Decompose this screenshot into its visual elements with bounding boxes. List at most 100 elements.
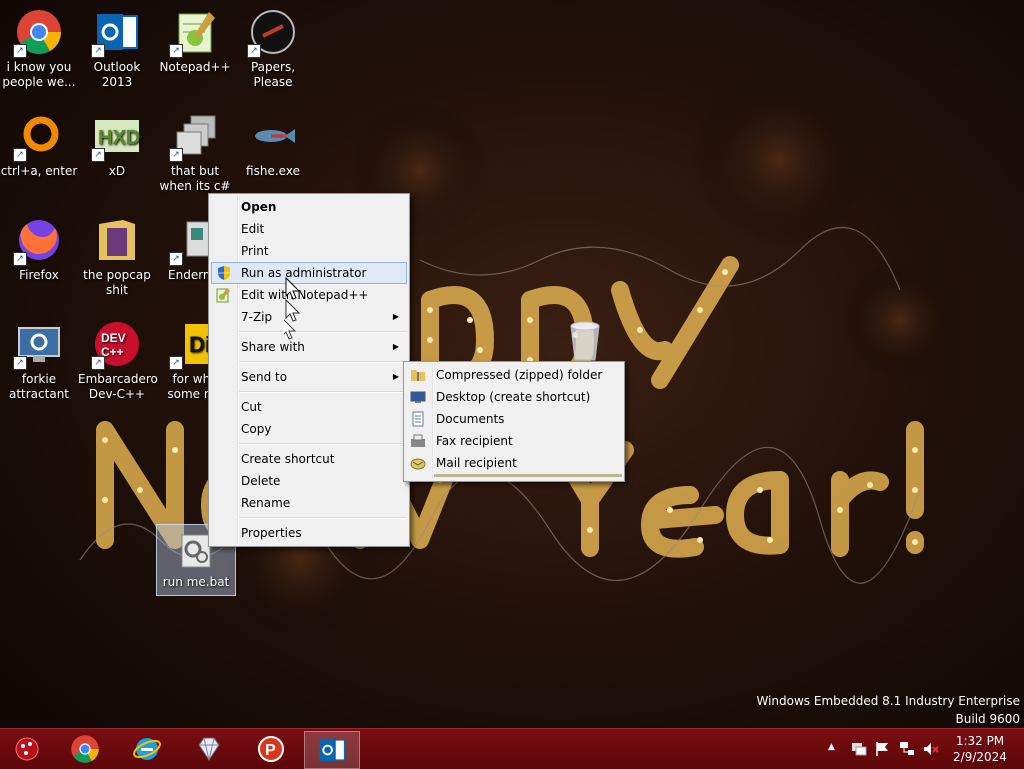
- shortcut-arrow-icon: ↗: [91, 148, 105, 162]
- folder-icon: [99, 220, 135, 260]
- windows-watermark: Windows Embedded 8.1 Industry Enterprise…: [756, 692, 1020, 728]
- watermark-build: Build 9600: [955, 712, 1020, 726]
- desktop-icon-label: the popcap shit: [83, 268, 151, 297]
- clock-time: 1:32 PM: [955, 734, 1005, 748]
- clock-date: 2/9/2024: [953, 750, 1007, 764]
- menu-separator: [239, 391, 407, 393]
- desktop-icon-outlook[interactable]: ↗ Outlook 2013: [78, 2, 156, 90]
- sendto-item-documents[interactable]: Documents: [404, 408, 624, 430]
- menu-item-delete[interactable]: Delete: [209, 470, 409, 492]
- desktop-icon-firefox[interactable]: ↗ Firefox: [0, 210, 78, 283]
- taskbar-gem[interactable]: [182, 731, 236, 767]
- desktop-icon-label: Embarcadero Dev-C++: [78, 372, 158, 401]
- ie-icon: [133, 738, 161, 760]
- zip-folder-icon: [411, 370, 425, 381]
- taskbar-ie[interactable]: [120, 731, 174, 767]
- desktop-icon-that-but-when[interactable]: ↗ that but when its c#: [156, 106, 234, 194]
- shortcut-arrow-icon: ↗: [13, 356, 27, 370]
- submenu-arrow-icon: ▶: [392, 372, 399, 381]
- svg-text:P: P: [265, 742, 276, 759]
- desktop-icon-devcpp[interactable]: DEV C++ ↗ Embarcadero Dev-C++: [78, 314, 158, 402]
- sendto-item-mail[interactable]: Mail recipient: [404, 452, 624, 474]
- recycle-bin-icon[interactable]: [565, 318, 605, 362]
- menu-item-7zip[interactable]: 7-Zip ▶: [209, 306, 409, 328]
- menu-separator: [239, 361, 407, 363]
- menu-separator: [239, 331, 407, 333]
- desktop-icon-notepadpp[interactable]: ↗ Notepad++: [156, 2, 234, 75]
- menu-item-share-with[interactable]: Share with ▶: [209, 336, 409, 358]
- shortcut-arrow-icon: ↗: [247, 44, 261, 58]
- start-orb-icon: [15, 737, 39, 761]
- popcap-icon: P: [258, 736, 284, 762]
- volume-muted-icon[interactable]: [922, 740, 940, 758]
- system-clock[interactable]: 1:32 PM 2/9/2024: [950, 733, 1010, 765]
- menu-item-edit-notepadpp[interactable]: Edit with Notepad++: [209, 284, 409, 306]
- ethernet-icon[interactable]: [898, 740, 916, 758]
- start-button[interactable]: [0, 731, 54, 767]
- sendto-item-fax[interactable]: Fax recipient: [404, 430, 624, 452]
- desktop-icon-label: xD: [108, 164, 126, 178]
- submenu-bottom-bar: [434, 474, 622, 477]
- shortcut-arrow-icon: ↗: [91, 356, 105, 370]
- taskbar-popcap[interactable]: P: [244, 731, 298, 767]
- desktop-icon-label: that but when its c#: [159, 164, 231, 193]
- uac-shield-icon: [218, 266, 230, 280]
- desktop-icon-ctrl-a-enter[interactable]: ↗ ctrl+a, enter: [0, 106, 78, 179]
- desktop-icon-label: run me.bat: [162, 575, 230, 589]
- menu-item-print[interactable]: Print: [209, 240, 409, 262]
- shortcut-arrow-icon: ↗: [13, 148, 27, 162]
- network-icon[interactable]: [850, 740, 868, 758]
- chrome-icon: [71, 735, 99, 763]
- tray-expand-button[interactable]: ▲: [828, 742, 835, 752]
- menu-item-copy[interactable]: Copy: [209, 418, 409, 440]
- action-center-flag-icon[interactable]: [874, 740, 892, 758]
- fish-icon: [255, 129, 295, 143]
- outlook-icon: [319, 738, 346, 762]
- menu-item-send-to[interactable]: Send to ▶: [209, 366, 409, 388]
- shortcut-arrow-icon: ↗: [169, 356, 183, 370]
- sendto-item-desktop[interactable]: Desktop (create shortcut): [404, 386, 624, 408]
- menu-item-properties[interactable]: Properties: [209, 522, 409, 544]
- svg-text:DEV: DEV: [101, 331, 126, 345]
- sendto-item-zip[interactable]: Compressed (zipped) folder: [404, 364, 624, 386]
- menu-item-rename[interactable]: Rename: [209, 492, 409, 514]
- notepadpp-icon: [216, 288, 230, 303]
- context-menu: Open Edit Print Run as administrator Edi…: [208, 193, 410, 547]
- submenu-arrow-icon: ▶: [392, 342, 399, 351]
- desktop-icon-fishe[interactable]: fishe.exe: [234, 106, 312, 179]
- shortcut-arrow-icon: ↗: [91, 44, 105, 58]
- desktop-icon: [410, 391, 426, 403]
- mail-icon: [410, 458, 426, 470]
- desktop-icon-papers-please[interactable]: ↗ Papers, Please: [234, 2, 312, 90]
- fax-icon: [411, 434, 425, 447]
- menu-item-open[interactable]: Open: [209, 196, 409, 218]
- watermark-edition: Windows Embedded 8.1 Industry Enterprise: [756, 694, 1020, 708]
- shortcut-arrow-icon: ↗: [13, 44, 27, 58]
- menu-item-edit[interactable]: Edit: [209, 218, 409, 240]
- desktop-icon-label: forkie attractant: [8, 372, 70, 401]
- shortcut-arrow-icon: ↗: [169, 44, 183, 58]
- shortcut-arrow-icon: ↗: [169, 148, 183, 162]
- menu-separator: [239, 443, 407, 445]
- desktop-icon-label: ctrl+a, enter: [0, 164, 78, 178]
- menu-item-run-as-admin[interactable]: Run as administrator: [211, 262, 407, 284]
- taskbar: P ▲ 1:32 PM 2/9/2024: [0, 728, 1024, 769]
- mouse-cursor-icon: [284, 276, 301, 340]
- documents-icon: [412, 411, 424, 427]
- desktop-icon-xd[interactable]: HXD ↗ xD: [78, 106, 156, 179]
- desktop-icon-forkie[interactable]: ↗ forkie attractant: [0, 314, 78, 402]
- menu-item-cut[interactable]: Cut: [209, 396, 409, 418]
- gem-icon: [198, 737, 220, 761]
- shortcut-arrow-icon: ↗: [13, 252, 27, 266]
- menu-separator: [239, 517, 407, 519]
- menu-item-create-shortcut[interactable]: Create shortcut: [209, 448, 409, 470]
- desktop-icon-popcap[interactable]: the popcap shit: [78, 210, 156, 298]
- svg-text:HXD: HXD: [98, 127, 140, 149]
- shortcut-arrow-icon: ↗: [169, 252, 183, 266]
- taskbar-outlook[interactable]: [304, 731, 360, 769]
- desktop-icon-chrome[interactable]: ↗ i know you people we...: [0, 2, 78, 90]
- submenu-arrow-icon: ▶: [392, 312, 399, 321]
- desktop-icon-label: Papers, Please: [250, 60, 296, 89]
- desktop-icon-label: Notepad++: [159, 60, 231, 74]
- taskbar-chrome[interactable]: [58, 731, 112, 767]
